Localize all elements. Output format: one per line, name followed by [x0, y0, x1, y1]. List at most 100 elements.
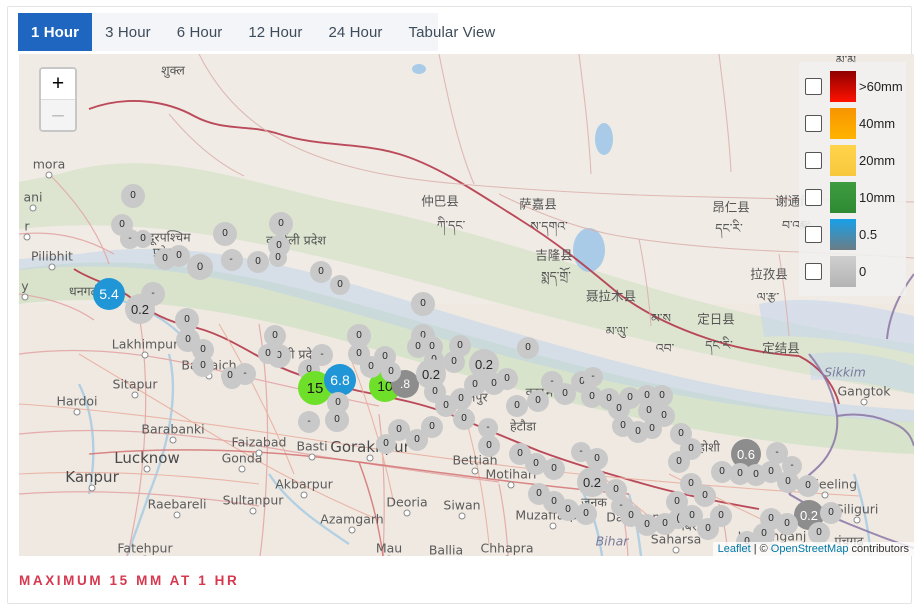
- zoom-in-button[interactable]: +: [41, 69, 75, 99]
- rainfall-marker[interactable]: 0: [310, 261, 332, 283]
- tab-tabular-view[interactable]: Tabular View: [396, 13, 509, 51]
- place-label: ལ་རྩ་: [757, 284, 779, 319]
- rainfall-marker[interactable]: 0: [528, 483, 550, 505]
- rainfall-marker[interactable]: 0: [154, 248, 176, 270]
- place-label: Sikkim: [824, 365, 866, 380]
- place-label: Hardoi: [56, 394, 97, 409]
- tab-12-hour[interactable]: 12 Hour: [235, 13, 315, 51]
- place-label: 昂仁县: [712, 197, 750, 216]
- legend-row: 0.5: [805, 218, 900, 251]
- rainfall-marker[interactable]: 0: [187, 254, 213, 280]
- rainfall-marker[interactable]: -: [478, 418, 498, 438]
- rainfall-page: 1 Hour3 Hour6 Hour12 Hour24 HourTabular …: [0, 0, 919, 610]
- rainfall-marker[interactable]: 0: [134, 230, 152, 248]
- rainfall-legend: >60mm40mm20mm10mm0.50: [799, 62, 906, 296]
- rainfall-marker[interactable]: 0: [694, 485, 716, 507]
- rainfall-marker[interactable]: 0: [121, 184, 145, 208]
- place-dot: [472, 468, 479, 475]
- place-label: Basti: [296, 439, 327, 454]
- rainfall-marker[interactable]: 0: [258, 344, 278, 364]
- place-dot: [24, 234, 31, 241]
- rainfall-marker[interactable]: 0: [443, 351, 465, 373]
- rainfall-marker[interactable]: 0: [496, 368, 518, 390]
- place-label: 聂拉木县: [586, 286, 636, 305]
- legend-checkbox[interactable]: [805, 78, 822, 95]
- legend-label: 10mm: [859, 190, 895, 205]
- rainfall-marker[interactable]: 0: [330, 275, 350, 295]
- rainfall-marker[interactable]: 0: [376, 434, 396, 454]
- legend-checkbox[interactable]: [805, 226, 822, 243]
- rainfall-marker[interactable]: 0: [269, 249, 287, 267]
- rainfall-marker[interactable]: 0: [213, 222, 237, 246]
- place-dot: [144, 466, 151, 473]
- tab-1-hour[interactable]: 1 Hour: [18, 13, 92, 51]
- legend-label: 0: [859, 264, 866, 279]
- rainfall-marker[interactable]: 0: [411, 292, 435, 316]
- place-label: Sultanpur: [223, 493, 284, 508]
- place-dot: [89, 485, 96, 492]
- rainfall-marker[interactable]: 0: [586, 448, 608, 470]
- rainfall-marker[interactable]: 0: [820, 502, 842, 524]
- legend-checkbox[interactable]: [805, 189, 822, 206]
- rainfall-marker[interactable]: 0: [269, 212, 293, 236]
- place-dot: [174, 512, 181, 519]
- place-dot: [673, 547, 680, 554]
- legend-checkbox[interactable]: [805, 115, 822, 132]
- rainfall-marker[interactable]: 0: [424, 381, 446, 403]
- place-label: y: [21, 279, 28, 294]
- rainfall-marker[interactable]: -: [298, 411, 320, 433]
- rainfall-marker[interactable]: 0: [605, 479, 627, 501]
- map-tiles[interactable]: moraanirPilibhityLakhimpurHardoiSitapurB…: [19, 54, 914, 556]
- leaflet-link[interactable]: Leaflet: [718, 543, 751, 555]
- rainfall-marker[interactable]: 0: [247, 251, 269, 273]
- place-label: དང་རི་: [715, 215, 743, 250]
- rainfall-marker[interactable]: 0: [506, 395, 528, 417]
- rainfall-marker[interactable]: 0: [666, 491, 688, 513]
- legend-checkbox[interactable]: [805, 263, 822, 280]
- tab-6-hour[interactable]: 6 Hour: [164, 13, 236, 51]
- rainfall-marker[interactable]: 0: [777, 471, 799, 493]
- rainfall-marker[interactable]: 0: [668, 451, 690, 473]
- place-label: Gangtok: [838, 384, 891, 399]
- rainfall-marker[interactable]: 0: [192, 355, 214, 377]
- rainfall-marker[interactable]: 0: [381, 362, 401, 382]
- rainfall-marker[interactable]: 0: [453, 408, 475, 430]
- rainfall-marker[interactable]: -: [221, 250, 241, 270]
- rainfall-marker[interactable]: 0: [797, 475, 819, 497]
- place-label: Lucknow: [114, 449, 180, 467]
- place-dot: [132, 392, 139, 399]
- place-dot: [256, 450, 263, 457]
- rainfall-marker[interactable]: 0: [527, 390, 549, 412]
- zoom-control: + –: [39, 67, 77, 132]
- legend-color-swatch: [830, 182, 856, 213]
- rainfall-marker[interactable]: 0: [327, 392, 349, 414]
- place-label: Raebareli: [148, 497, 207, 512]
- rainfall-marker[interactable]: 5.4: [93, 278, 125, 310]
- leaflet-map[interactable]: moraanirPilibhityLakhimpurHardoiSitapurB…: [19, 54, 914, 556]
- place-label: 定日县: [697, 309, 735, 328]
- rainfall-marker[interactable]: -: [583, 367, 603, 387]
- rainfall-marker[interactable]: 0: [642, 419, 662, 439]
- rainfall-marker[interactable]: 0.2: [125, 294, 155, 324]
- legend-checkbox[interactable]: [805, 152, 822, 169]
- rainfall-marker[interactable]: 0: [808, 522, 830, 544]
- place-dot: [367, 455, 374, 462]
- tab-3-hour[interactable]: 3 Hour: [92, 13, 164, 51]
- openstreetmap-link[interactable]: OpenStreetMap: [771, 543, 849, 555]
- rainfall-marker[interactable]: 0: [421, 416, 443, 438]
- place-dot: [30, 205, 37, 212]
- legend-label: 0.5: [859, 227, 877, 242]
- place-dot: [142, 352, 149, 359]
- rainfall-marker[interactable]: 0: [221, 367, 239, 385]
- place-label: འབ་: [656, 335, 675, 370]
- place-dot: [550, 523, 557, 530]
- rainfall-marker[interactable]: 0: [517, 337, 539, 359]
- rainfall-marker[interactable]: 0: [509, 443, 531, 465]
- tab-24-hour[interactable]: 24 Hour: [315, 13, 395, 51]
- place-dot: [822, 492, 829, 499]
- zoom-out-button[interactable]: –: [41, 99, 75, 130]
- rainfall-marker[interactable]: 0.2: [577, 467, 607, 497]
- place-label: དང་རི་: [705, 332, 733, 367]
- rainfall-marker[interactable]: 0: [478, 435, 500, 457]
- place-dot: [170, 437, 177, 444]
